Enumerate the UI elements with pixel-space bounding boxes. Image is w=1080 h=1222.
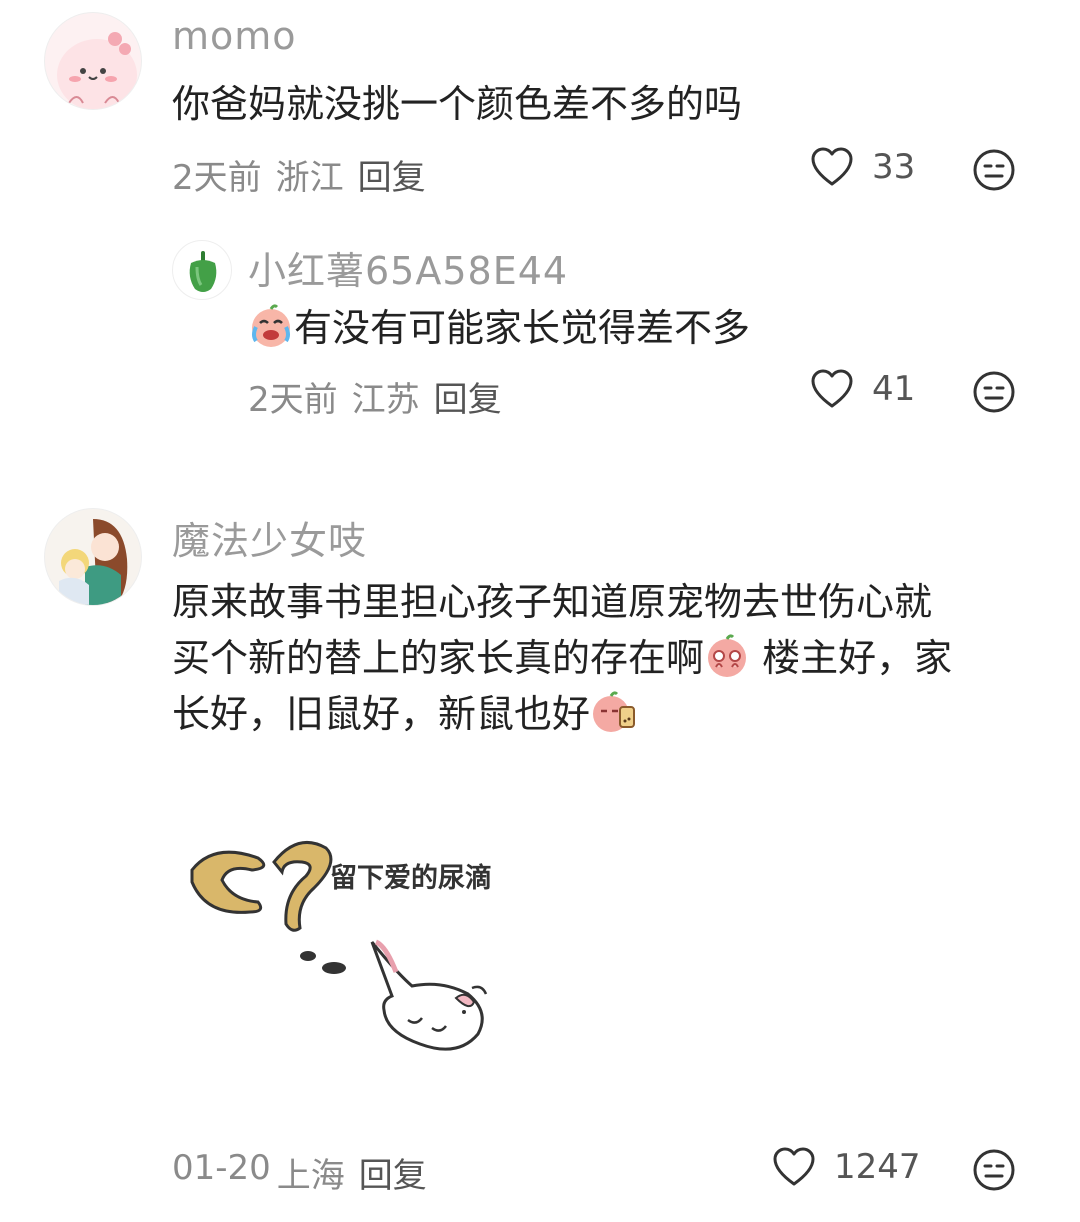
comment-location: 上海 [276,1156,345,1196]
comment-text: 你爸妈就没挑一个颜色差不多的吗 [172,82,743,126]
like-count: 1247 [834,1147,921,1187]
heart-icon [811,147,853,186]
sticker-image[interactable]: 留下爱的尿滴 [172,816,522,1066]
comment-time: 2天前 [172,158,262,198]
comment-text-line-2a: 买个新的替上的家长真的存在啊 [172,636,705,680]
reply-reply-button[interactable]: 回复 [434,372,502,421]
comment-username[interactable]: 魔法少女吱 [172,510,367,565]
reply-button[interactable]: 回复 [358,150,426,199]
heart-icon [773,1147,815,1186]
avatar-reply[interactable] [172,240,232,300]
pink-blob-avatar-icon [57,32,137,109]
pleading-emoji-icon [708,634,747,677]
crying-laughing-emoji-icon [252,304,290,347]
comment-text-line-3a: 长好，旧鼠好，新鼠也好 [172,692,591,736]
mouse-question-sticker-icon [190,840,488,1051]
reply-meta: 2天前 江苏 回复 [248,372,502,421]
reply-username[interactable]: 小红薯65A58E44 [248,240,568,295]
avatar-momo[interactable] [44,12,142,110]
reply-text-body: 有没有可能家长觉得差不多 [294,306,751,350]
like-button[interactable]: 1247 [772,1146,921,1188]
reply-dislike-button[interactable] [972,370,1016,414]
anime-girl-avatar-icon [59,519,128,605]
meh-face-icon [973,149,1015,191]
heart-icon [811,369,853,408]
comment-text-line-3: 长好，旧鼠好，新鼠也好 [172,686,638,742]
comment-username[interactable]: momo [172,14,297,58]
comment-text-line-1: 原来故事书里担心孩子知道原宠物去世伤心就 [172,580,933,624]
comment-meta: 01-20 上海 回复 [172,1148,427,1197]
reply-like-button[interactable]: 41 [810,368,915,410]
sticker-caption: 留下爱的尿滴 [330,863,492,894]
reply-text: 有没有可能家长觉得差不多 [248,300,750,356]
comment-meta: 2天前 浙江 回复 [172,150,426,199]
reply-like-count: 41 [872,369,916,409]
reply-location: 江苏 [351,380,420,420]
meh-face-icon [973,371,1015,413]
avatar-magic-girl[interactable] [44,508,142,606]
reply-time: 2天前 [248,380,338,420]
comment-text-line-2: 买个新的替上的家长真的存在啊 楼主好，家 [172,630,952,686]
like-button[interactable]: 33 [810,146,915,188]
reply-button[interactable]: 回复 [359,1148,427,1197]
green-pepper-avatar-icon [189,251,217,292]
drinking-tea-emoji-icon [593,691,636,732]
dislike-button[interactable] [972,1148,1016,1192]
comment-time: 01-20 [172,1148,271,1188]
like-count: 33 [872,147,916,187]
dislike-button[interactable] [972,148,1016,192]
meh-face-icon [973,1149,1015,1191]
comment-text-line-2b: 楼主好，家 [750,636,953,680]
comment-location: 浙江 [275,158,344,198]
